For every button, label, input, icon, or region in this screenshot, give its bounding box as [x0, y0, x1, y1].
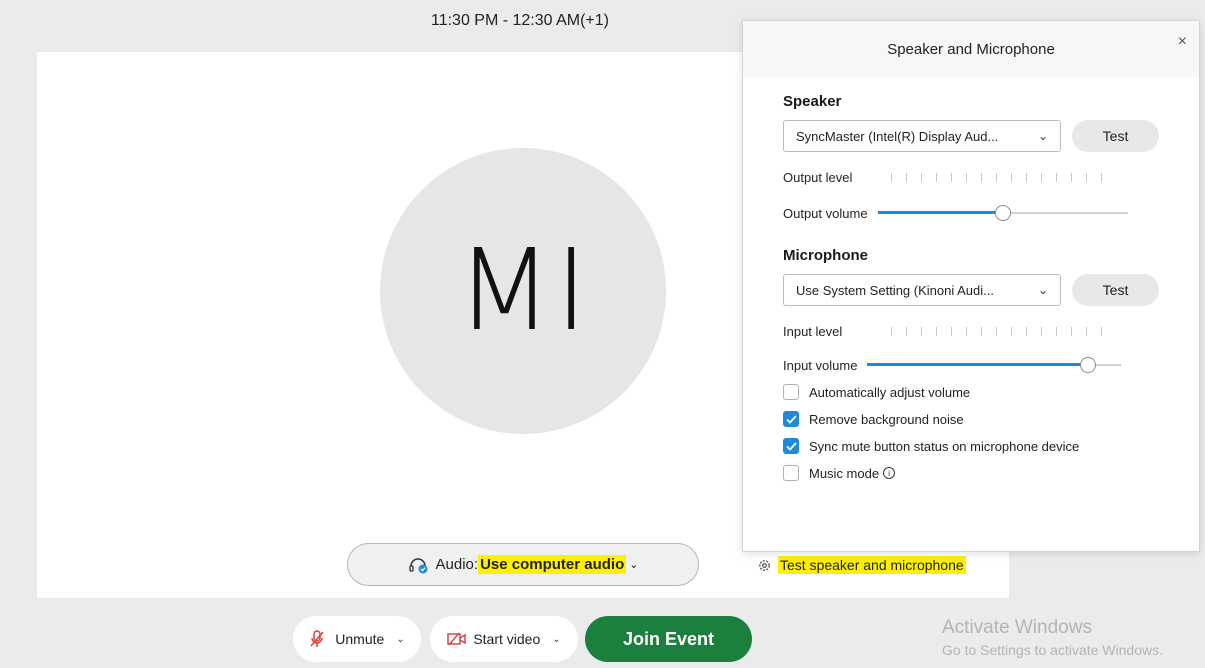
checkbox[interactable]: [783, 384, 799, 400]
microphone-options: Automatically adjust volume Remove backgr…: [783, 384, 1159, 481]
output-level-meter: Output level: [783, 170, 1159, 185]
chevron-down-icon[interactable]: ⌄: [552, 634, 560, 645]
headset-icon: [408, 557, 428, 573]
chevron-down-icon: ⌄: [1037, 129, 1048, 143]
option-label: Sync mute button status on microphone de…: [809, 438, 1080, 454]
option-row[interactable]: Automatically adjust volume: [783, 384, 1159, 400]
unmute-button[interactable]: Unmute ⌄: [293, 616, 421, 662]
speaker-device-value: SyncMaster (Intel(R) Display Aud...: [796, 128, 999, 144]
speaker-section-title: Speaker: [783, 93, 842, 110]
join-event-button[interactable]: Join Event: [585, 616, 752, 662]
microphone-section-title: Microphone: [783, 247, 868, 264]
watermark-title: Activate Windows: [942, 617, 1092, 638]
info-icon[interactable]: i: [883, 467, 896, 479]
speaker-test-button[interactable]: Test: [1072, 120, 1159, 152]
watermark-subtitle: Go to Settings to activate Windows.: [942, 642, 1163, 658]
microphone-muted-icon: [310, 630, 324, 647]
checkbox[interactable]: [783, 411, 799, 427]
output-volume-label: Output volume: [783, 205, 868, 221]
start-video-label: Start video: [473, 631, 541, 647]
input-volume-label: Input volume: [783, 357, 858, 373]
speaker-microphone-panel: Speaker and Microphone × Speaker SyncMas…: [742, 20, 1200, 552]
output-level-label: Output level: [783, 170, 853, 185]
microphone-device-value: Use System Setting (Kinoni Audi...: [796, 282, 994, 298]
video-off-icon: [447, 632, 467, 646]
panel-header: Speaker and Microphone ×: [743, 21, 1199, 77]
close-icon[interactable]: ×: [1178, 33, 1187, 51]
input-level-label: Input level: [783, 324, 843, 339]
panel-title: Speaker and Microphone: [887, 40, 1055, 58]
test-link-label: Test speaker and microphone: [778, 556, 966, 574]
option-label: Automatically adjust volume: [809, 384, 971, 400]
speaker-device-select[interactable]: SyncMaster (Intel(R) Display Aud... ⌄: [783, 120, 1061, 152]
meeting-time: 11:30 PM - 12:30 AM(+1): [430, 12, 609, 29]
option-row[interactable]: Sync mute button status on microphone de…: [783, 438, 1159, 454]
microphone-test-button[interactable]: Test: [1072, 274, 1159, 306]
output-volume-slider[interactable]: [877, 205, 1128, 221]
avatar: MI: [380, 148, 666, 434]
unmute-label: Unmute: [335, 631, 385, 647]
option-label: Music mode: [809, 465, 880, 481]
gear-icon: [759, 559, 770, 571]
test-speaker-microphone-link[interactable]: Test speaker and microphone: [757, 556, 966, 574]
chevron-down-icon: ⌄: [1037, 283, 1048, 297]
activate-windows-watermark: Activate Windows Go to Settings to activ…: [942, 617, 1163, 658]
level-ticks: [891, 327, 1102, 336]
input-level-meter: Input level: [783, 324, 1159, 339]
checkmark-icon: [785, 414, 797, 424]
checkmark-icon: [785, 441, 797, 451]
join-label: Join Event: [622, 628, 715, 649]
audio-value: Use computer audio: [478, 555, 627, 574]
option-row[interactable]: Music mode i: [783, 465, 1159, 481]
option-row[interactable]: Remove background noise: [783, 411, 1159, 427]
chevron-down-icon[interactable]: ⌄: [396, 634, 404, 645]
audio-connection-button[interactable]: Audio: Use computer audio ⌄: [347, 543, 699, 586]
slider-handle[interactable]: [994, 205, 1011, 221]
audio-label: Audio:: [435, 556, 479, 573]
chevron-down-icon: ⌄: [629, 559, 639, 571]
level-ticks: [891, 173, 1102, 182]
input-volume-slider[interactable]: [867, 357, 1122, 373]
checkbox[interactable]: [783, 465, 799, 481]
microphone-device-select[interactable]: Use System Setting (Kinoni Audi... ⌄: [783, 274, 1061, 306]
checkbox[interactable]: [783, 438, 799, 454]
start-video-button[interactable]: Start video ⌄: [430, 616, 578, 662]
slider-handle[interactable]: [1080, 357, 1097, 373]
option-label: Remove background noise: [809, 411, 964, 427]
avatar-initials: MI: [456, 226, 590, 356]
